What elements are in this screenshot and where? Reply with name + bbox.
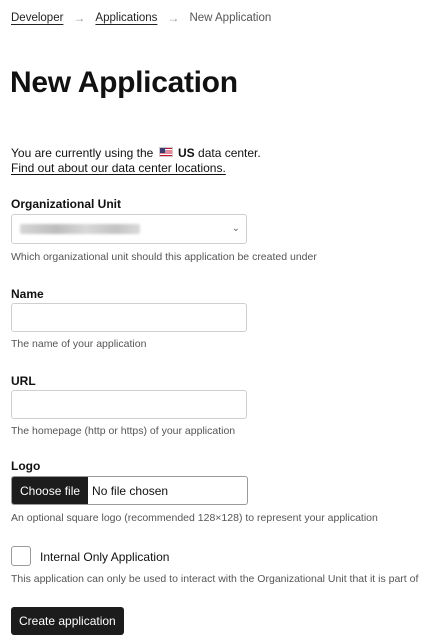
logo-file-input[interactable]: Choose file No file chosen <box>11 476 248 505</box>
internal-only-label[interactable]: Internal Only Application <box>40 550 169 564</box>
name-help: The name of your application <box>11 338 147 350</box>
url-input[interactable] <box>11 390 247 419</box>
url-label: URL <box>11 374 36 388</box>
org-unit-help: Which organizational unit should this ap… <box>11 251 317 263</box>
logo-help: An optional square logo (recommended 128… <box>11 512 378 524</box>
logo-label: Logo <box>11 459 41 473</box>
datacenter-locations-link[interactable]: Find out about our data center locations… <box>11 161 226 175</box>
datacenter-notice: You are currently using the US data cent… <box>11 145 261 161</box>
name-label: Name <box>11 287 44 301</box>
name-input[interactable] <box>11 303 247 332</box>
internal-only-help: This application can only be used to int… <box>11 573 419 585</box>
org-unit-redacted-value <box>20 224 140 234</box>
datacenter-region: US <box>178 146 195 160</box>
arrow-right-icon: → <box>167 11 180 25</box>
breadcrumb-current: New Application <box>189 12 272 24</box>
breadcrumb-developer-link[interactable]: Developer <box>11 12 63 24</box>
page-title: New Application <box>10 66 238 99</box>
breadcrumb: Developer → Applications → New Applicati… <box>11 11 271 25</box>
create-application-button[interactable]: Create application <box>11 607 124 635</box>
breadcrumb-applications-link[interactable]: Applications <box>95 12 157 24</box>
datacenter-prefix: You are currently using the <box>11 146 154 160</box>
org-unit-label: Organizational Unit <box>11 197 122 211</box>
internal-only-checkbox[interactable] <box>11 546 31 566</box>
choose-file-button[interactable]: Choose file <box>12 477 89 504</box>
chevron-down-icon: ⌄ <box>231 223 240 234</box>
arrow-right-icon: → <box>73 11 86 25</box>
file-status: No file chosen <box>92 483 169 498</box>
us-flag-icon <box>158 147 173 157</box>
org-unit-select[interactable]: ⌄ <box>11 214 247 244</box>
datacenter-suffix: data center. <box>198 146 261 160</box>
url-help: The homepage (http or https) of your app… <box>11 425 236 437</box>
